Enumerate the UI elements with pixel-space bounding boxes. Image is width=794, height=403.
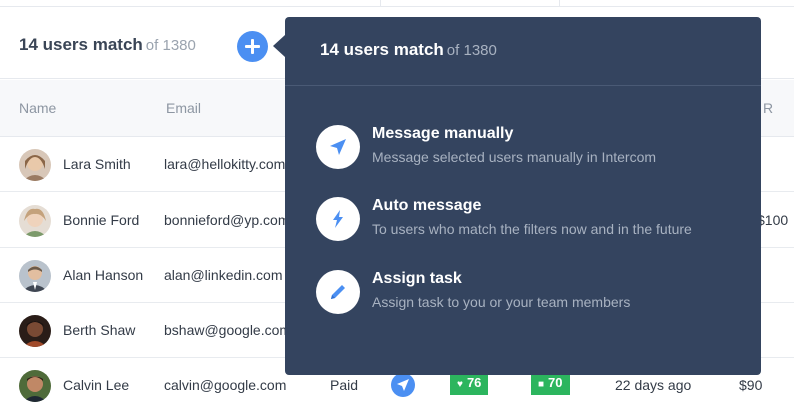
assign-task-option[interactable]: Assign task Assign task to you or your t… [316,268,736,318]
user-revenue: $90 [739,377,763,393]
avatar [19,260,51,292]
match-count-title: 14 users match of 1380 [19,35,196,55]
plus-icon-stem [251,39,254,54]
avatar [19,315,51,347]
avatar [19,370,51,402]
paper-plane-icon [316,125,360,169]
popover-title: 14 users match of 1380 [320,40,497,60]
user-name: Bonnie Ford [63,212,140,228]
paper-plane-icon [397,379,409,391]
sessions-count: 76 [466,375,482,390]
avatar [19,149,51,181]
pencil-icon [316,270,360,314]
heart-icon: ♥ [457,379,463,390]
top-tab [380,0,560,7]
user-name: Berth Shaw [63,322,136,338]
popover-count-text: 14 users match [320,40,444,59]
message-status[interactable] [391,373,415,397]
user-name: Calvin Lee [63,377,130,393]
user-email: alan@linkedin.com [164,267,283,283]
user-email: bshaw@google.com [164,322,292,338]
conversations-count: 70 [548,375,563,390]
auto-message-option[interactable]: Auto message To users who match the filt… [316,195,736,245]
lightning-bolt-icon [316,197,360,241]
user-name: Lara Smith [63,156,131,172]
popover-divider [285,85,761,86]
page: 14 users match of 1380 Name Email R Lara … [0,0,794,403]
user-plan: Paid [330,377,359,393]
match-total-text: of 1380 [145,37,196,54]
column-header-name[interactable]: Name [19,100,56,116]
actions-popover: 14 users match of 1380 Message manually M… [285,17,761,375]
user-email: bonnieford@yp.com [164,212,290,228]
user-name: Alan Hanson [63,267,144,283]
add-action-button[interactable] [237,31,268,62]
option-description: Message selected users manually in Inter… [372,149,657,165]
option-description: To users who match the filters now and i… [372,221,692,237]
match-count-text: 14 users match [19,35,143,54]
user-revenue: $100 [757,212,789,228]
option-label: Message manually [372,125,514,142]
column-header-email[interactable]: Email [166,100,201,116]
last-seen: 22 days ago [615,377,692,393]
option-label: Assign task [372,270,462,287]
option-description: Assign task to you or your team members [372,294,631,310]
avatar [19,205,51,237]
top-strip [0,0,794,7]
popover-arrow [273,35,285,57]
message-manually-option[interactable]: Message manually Message selected users … [316,123,736,173]
user-email: calvin@google.com [164,377,287,393]
column-header-revenue[interactable]: R [763,100,773,116]
option-label: Auto message [372,197,482,214]
popover-total-text: of 1380 [446,42,497,59]
user-email: lara@hellokitty.com [164,156,286,172]
chat-icon: ■ [538,379,545,390]
